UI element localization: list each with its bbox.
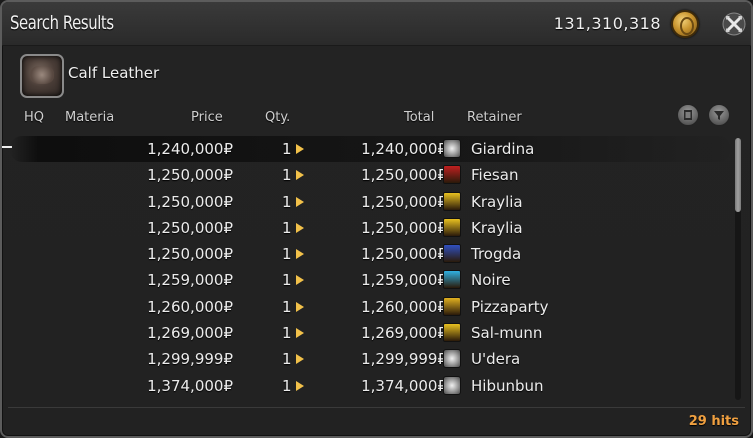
column-header-qty[interactable]: Qty. [265,110,290,125]
filter-button[interactable] [708,104,730,126]
listing-total: 1,250,000₽ [361,218,447,237]
listing-total: 1,299,999₽ [361,350,447,369]
listing-retainer: Trogda [471,245,522,264]
listing-row[interactable]: 1,269,000₽ 1 1,269,000₽ Sal-munn [10,320,730,346]
play-arrow-icon [296,275,304,286]
window-title: Search Results [10,12,114,34]
column-header-price[interactable]: Price [191,110,223,125]
spiral-icon [443,139,461,158]
close-button[interactable] [721,11,747,37]
listing-qty: 1 [282,350,292,369]
listing-price: 1,240,000₽ [147,140,233,158]
listing-price: 1,250,000₽ [147,166,233,185]
document-icon [684,110,692,120]
spiral-icon [443,375,461,395]
listing-price: 1,250,000₽ [147,192,233,211]
listing-retainer: Kraylia [471,218,523,237]
listing-row[interactable]: 1,250,000₽ 1 1,250,000₽ Kraylia [10,189,730,215]
yellow-crest-icon [443,217,461,237]
play-arrow-icon [296,380,304,391]
scrollbar[interactable] [735,138,741,400]
gil-coin-icon [671,10,699,38]
calf-leather-icon[interactable] [20,54,64,98]
listing-price: 1,374,000₽ [147,376,233,395]
play-arrow-icon [296,301,304,312]
yellow-crest-icon [443,296,461,316]
listing-retainer: Pizzaparty [471,297,549,316]
listing-qty: 1 [282,297,292,316]
blue-crest-icon [443,244,461,264]
listing-total: 1,250,000₽ [361,245,447,264]
listing-row[interactable]: 1,250,000₽ 1 1,250,000₽ Trogda [10,241,730,267]
spiral-icon [443,349,461,369]
listing-total: 1,250,000₽ [361,192,447,211]
cyan-crest-icon [443,270,461,290]
gil-amount: 131,310,318 [553,14,661,33]
listing-retainer: Hibunbun [471,376,544,395]
listing-list: 1,240,000₽ 1 1,240,000₽ Giardina 1,250,000₽ 1… [10,136,730,402]
column-header-retainer[interactable]: Retainer [467,110,522,125]
listing-qty: 1 [282,245,292,264]
listing-total: 1,250,000₽ [361,166,447,185]
filter-icon [714,111,724,120]
listing-qty: 1 [282,324,292,343]
listing-total: 1,374,000₽ [361,376,447,395]
listing-row[interactable]: 1,299,999₽ 1 1,299,999₽ U'dera [10,346,730,372]
listing-price: 1,250,000₽ [147,218,233,237]
hit-count: 29 hits [688,414,739,429]
play-arrow-icon [296,196,304,207]
play-arrow-icon [296,222,304,233]
listing-retainer: U'dera [471,350,521,369]
listing-row[interactable]: 1,250,000₽ 1 1,250,000₽ Fiesan [10,162,730,188]
history-button[interactable] [677,104,699,126]
listing-retainer: Giardina [471,140,535,158]
play-arrow-icon [296,170,304,181]
listing-qty: 1 [282,140,292,158]
listing-retainer: Sal-munn [471,324,543,343]
listing-qty: 1 [282,271,292,290]
listing-retainer: Noire [471,271,511,290]
item-name: Calf Leather [68,64,160,82]
listing-price: 1,260,000₽ [147,297,233,316]
listing-total: 1,240,000₽ [361,140,447,158]
play-arrow-icon [296,249,304,260]
listing-retainer: Kraylia [471,192,523,211]
listing-total: 1,260,000₽ [361,297,447,316]
listing-price: 1,250,000₽ [147,245,233,264]
listing-row[interactable]: 1,374,000₽ 1 1,374,000₽ Hibunbun [10,373,730,399]
play-arrow-icon [296,328,304,339]
listing-qty: 1 [282,192,292,211]
listing-retainer: Fiesan [471,166,519,185]
red-crest-icon [443,165,461,185]
column-header-hq[interactable]: HQ [24,110,44,125]
listing-row[interactable]: 1,260,000₽ 1 1,260,000₽ Pizzaparty [10,294,730,320]
listing-qty: 1 [282,376,292,395]
title-bar[interactable]: Search Results 131,310,318 [2,2,751,46]
listing-row[interactable]: 1,250,000₽ 1 1,250,000₽ Kraylia [10,215,730,241]
column-header-materia[interactable]: Materia [65,110,114,125]
listing-total: 1,259,000₽ [361,271,447,290]
close-icon [722,12,746,36]
yellow-crest-icon [443,191,461,211]
play-arrow-icon [296,354,304,365]
listing-price: 1,259,000₽ [147,271,233,290]
scrollbar-thumb[interactable] [735,138,741,212]
column-header-total[interactable]: Total [404,110,434,125]
listing-price: 1,269,000₽ [147,324,233,343]
yellow-crest-icon [443,323,461,343]
footer-divider [8,407,745,408]
listing-total: 1,269,000₽ [361,324,447,343]
listing-qty: 1 [282,218,292,237]
listing-row[interactable]: 1,240,000₽ 1 1,240,000₽ Giardina [10,136,730,163]
listing-row[interactable]: 1,259,000₽ 1 1,259,000₽ Noire [10,267,730,293]
search-results-window: Search Results 131,310,318 Calf Leather … [0,0,753,438]
play-arrow-icon [296,144,304,154]
listing-qty: 1 [282,166,292,185]
listing-price: 1,299,999₽ [147,350,233,369]
